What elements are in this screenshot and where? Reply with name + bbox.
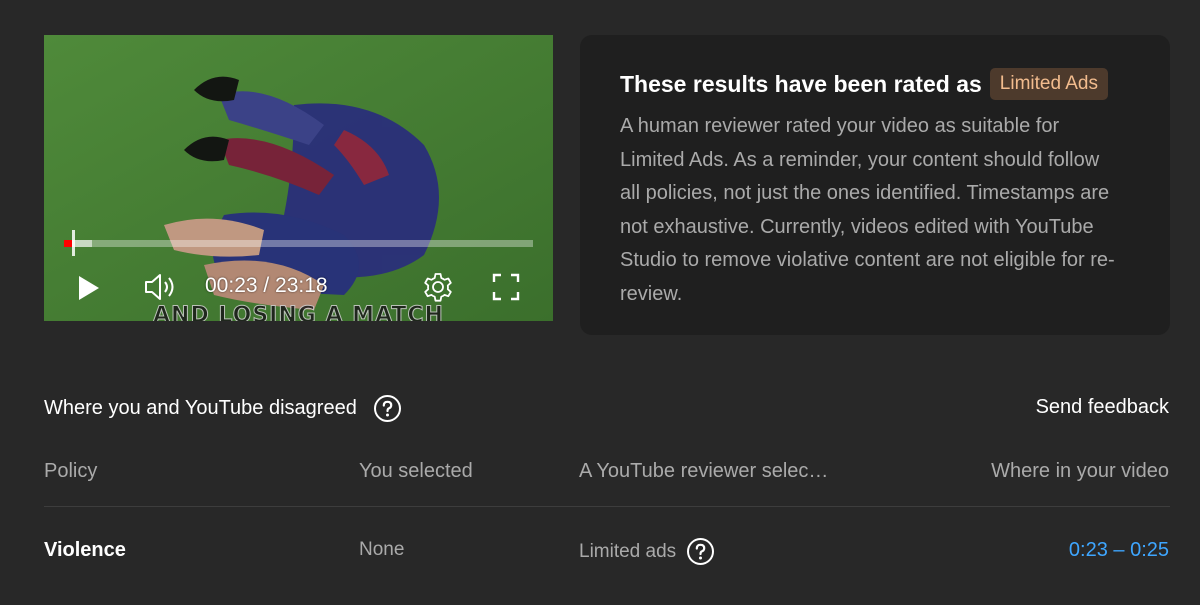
column-header-where: Where in your video — [991, 460, 1169, 482]
progress-bar[interactable] — [64, 230, 533, 256]
disagreement-heading: Where you and YouTube disagreed — [44, 394, 402, 423]
progress-scrubber[interactable] — [71, 230, 75, 256]
timestamp-link[interactable]: 0:23 – 0:25 — [1069, 539, 1169, 562]
video-player[interactable]: AND LOSING A MATCH 00:23 / 23:18 — [44, 35, 553, 321]
rating-title-text: These results have been rated as — [620, 70, 982, 97]
fullscreen-button[interactable] — [490, 271, 522, 303]
rating-card: These results have been rated as Limited… — [580, 35, 1170, 335]
cell-reviewer-selected: Limited ads — [579, 537, 715, 566]
disagreement-heading-text: Where you and YouTube disagreed — [44, 397, 357, 419]
help-icon[interactable] — [373, 394, 402, 423]
limited-ads-badge: Limited Ads — [989, 68, 1109, 100]
play-icon — [79, 276, 99, 300]
video-caption: AND LOSING A MATCH — [153, 303, 444, 322]
fullscreen-icon — [492, 273, 520, 301]
settings-gear-icon — [424, 273, 452, 302]
play-button[interactable] — [74, 273, 104, 303]
column-header-reviewer-selected: A YouTube reviewer selec… — [579, 460, 829, 482]
column-header-policy: Policy — [44, 460, 98, 482]
table-divider — [44, 506, 1170, 507]
cell-you-selected: None — [359, 539, 405, 560]
cell-reviewer-selected-text: Limited ads — [579, 540, 677, 562]
help-icon[interactable] — [686, 537, 715, 566]
send-feedback-link[interactable]: Send feedback — [1036, 396, 1169, 419]
time-display: 00:23 / 23:18 — [205, 274, 328, 297]
column-header-you-selected: You selected — [359, 460, 473, 482]
progress-played — [64, 240, 72, 247]
rating-title: These results have been rated as Limited… — [620, 68, 1109, 100]
settings-button[interactable] — [420, 269, 456, 305]
volume-button[interactable] — [142, 271, 178, 303]
cell-policy: Violence — [44, 539, 126, 561]
volume-icon — [145, 274, 174, 300]
rating-description: A human reviewer rated your video as sui… — [620, 115, 1115, 305]
